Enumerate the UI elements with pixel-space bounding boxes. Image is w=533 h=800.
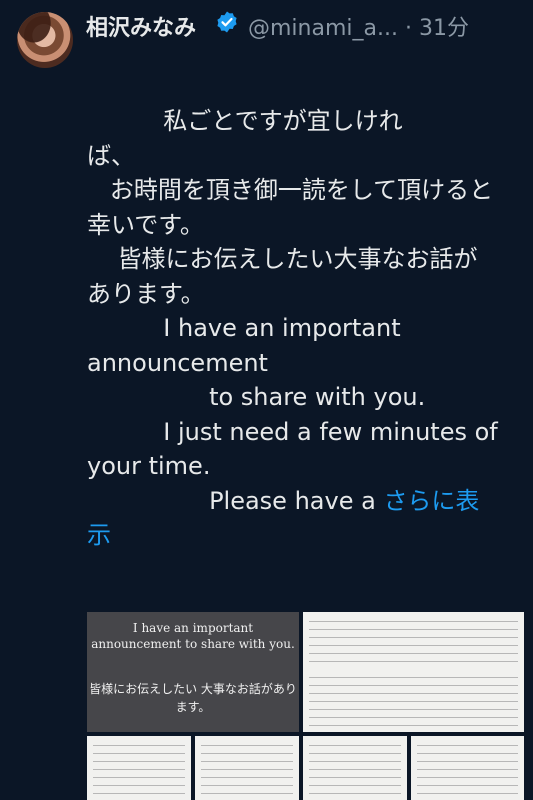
post-line: 幸いです。: [87, 210, 204, 239]
media-grid: I have an important announcement to shar…: [87, 612, 524, 800]
image-1-japanese-text: 皆様にお伝えしたい 大事なお話があります。: [89, 682, 297, 714]
post-text: 私ごとですが宜しけれ ば、 お時間を頂き御一読をして頂けると 幸いです。 皆様に…: [87, 104, 517, 553]
display-name[interactable]: 相沢みなみ: [86, 10, 196, 42]
post-line: 私ごとですが宜しけれ: [87, 107, 403, 135]
post-line: I have an important: [87, 314, 401, 342]
post-line: ば、: [87, 141, 135, 170]
post-line: announcement: [87, 348, 268, 377]
media-image-1[interactable]: I have an important announcement to shar…: [87, 612, 299, 732]
post-line: your time.: [87, 452, 211, 480]
verified-badge-icon: [217, 11, 237, 33]
document-text-lines: [201, 742, 293, 794]
post-line: Please have a: [87, 486, 384, 515]
media-image-2[interactable]: [303, 612, 524, 732]
media-image-6[interactable]: [411, 736, 524, 800]
post-line-last: Please have a さらに表: [87, 484, 517, 519]
media-image-4[interactable]: [195, 736, 299, 800]
media-image-5[interactable]: [303, 736, 407, 800]
paragraph-gap: [303, 666, 524, 674]
post-header: 相沢みなみ @minami_a... · 31分: [0, 0, 533, 70]
media-image-3[interactable]: [87, 736, 191, 800]
document-text-lines: [309, 742, 401, 794]
show-more-link-cont[interactable]: 示: [87, 521, 111, 549]
document-text-lines: [417, 742, 518, 794]
post-line: I just need a few minutes of: [87, 417, 498, 446]
image-1-english-text: I have an important announcement to shar…: [91, 621, 295, 651]
post-line: お時間を頂き御一読をして頂けると: [87, 176, 494, 204]
profile-avatar[interactable]: [17, 12, 73, 68]
post-line: to share with you.: [87, 383, 426, 411]
handle-and-time[interactable]: @minami_a... · 31分: [248, 10, 469, 42]
show-more-link[interactable]: さらに表: [383, 487, 479, 515]
post-line: 皆様にお伝えしたい大事なお話が: [87, 245, 478, 273]
document-text-lines: [93, 742, 185, 794]
post-line: あります。: [87, 279, 205, 308]
